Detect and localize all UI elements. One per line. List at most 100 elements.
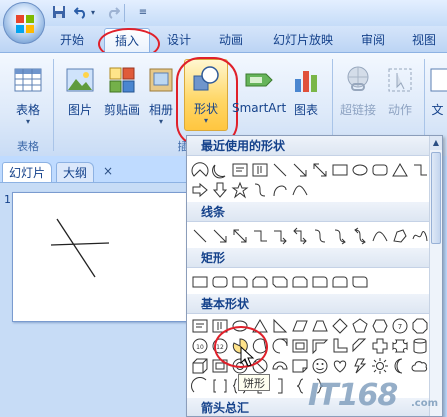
frame-shape-icon[interactable] — [291, 337, 309, 355]
teardrop-shape-icon[interactable] — [271, 337, 289, 355]
freeform-shape-icon[interactable] — [391, 227, 409, 245]
right-triangle-shape-icon[interactable] — [271, 317, 289, 335]
hexagon-shape-icon[interactable] — [371, 317, 389, 335]
curve-shape-icon[interactable] — [371, 227, 389, 245]
action-button[interactable]: 动作 — [382, 61, 418, 135]
vertical-textbox-shape-icon[interactable] — [211, 317, 229, 335]
tab-slides[interactable]: 幻灯片 — [2, 162, 53, 182]
save-icon[interactable] — [50, 5, 68, 21]
snip-diagonal-rect-shape-icon[interactable] — [271, 273, 289, 291]
rounded-rect-shape-icon[interactable] — [371, 161, 389, 179]
elbow-connector-shape-icon[interactable] — [251, 227, 269, 245]
tab-insert[interactable]: 插入 — [104, 28, 150, 52]
arrow-line-shape-icon[interactable] — [211, 227, 229, 245]
redo-icon[interactable] — [104, 5, 122, 21]
line-shape-icon[interactable] — [271, 161, 289, 179]
rounded-rect-shape-icon[interactable] — [211, 273, 229, 291]
left-brace-shape-icon[interactable] — [291, 377, 309, 395]
gallery-scrollbar[interactable]: ▲ — [429, 136, 442, 416]
round-diagonal-rect-shape-icon[interactable] — [351, 273, 369, 291]
rectangle-shape-icon[interactable] — [191, 273, 209, 291]
office-button[interactable] — [3, 2, 45, 44]
trapezoid-shape-icon[interactable] — [311, 317, 329, 335]
tab-review[interactable]: 审阅 — [352, 28, 394, 52]
moon-shape-icon[interactable] — [211, 161, 229, 179]
triangle-shape-icon[interactable] — [251, 317, 269, 335]
arc-curve-shape-icon[interactable] — [271, 181, 289, 199]
round-same-side-rect-shape-icon[interactable] — [331, 273, 349, 291]
sun-shape-icon[interactable] — [371, 357, 389, 375]
oval-shape-icon[interactable] — [351, 161, 369, 179]
right-arrow-shape-icon[interactable] — [191, 181, 209, 199]
half-frame-shape-icon[interactable] — [311, 337, 329, 355]
scrollbar-thumb[interactable] — [431, 152, 441, 244]
tab-slideshow[interactable]: 幻灯片放映 — [268, 28, 338, 52]
cross-shape-icon[interactable] — [371, 337, 389, 355]
rectangle-shape-icon[interactable] — [331, 161, 349, 179]
double-arrow-line-shape-icon[interactable] — [231, 227, 249, 245]
curved-arrow-connector-shape-icon[interactable] — [331, 227, 349, 245]
moon-shape-icon[interactable] — [391, 357, 409, 375]
curved-double-arrow-shape-icon[interactable] — [351, 227, 369, 245]
tab-animation[interactable]: 动画 — [210, 28, 252, 52]
tab-view[interactable]: 视图 — [404, 28, 444, 52]
elbow-arrow-connector-shape-icon[interactable] — [271, 227, 289, 245]
round-single-corner-rect-shape-icon[interactable] — [311, 273, 329, 291]
oval-shape-icon[interactable] — [231, 317, 249, 335]
close-icon[interactable]: × — [100, 162, 116, 180]
diagonal-stripe-shape-icon[interactable] — [351, 337, 369, 355]
arc-shape-icon[interactable] — [191, 377, 209, 395]
curved-connector-shape-icon[interactable] — [311, 227, 329, 245]
hyperlink-button[interactable]: 超链接 — [338, 61, 378, 135]
textbox-button[interactable]: 文 — [428, 61, 447, 135]
elbow-connector-shape-icon[interactable] — [411, 161, 429, 179]
down-arrow-shape-icon[interactable] — [211, 181, 229, 199]
textbox-shape-icon[interactable] — [231, 161, 249, 179]
tab-design[interactable]: 设计 — [158, 28, 200, 52]
table-button[interactable]: 表格 ▾ — [8, 61, 48, 135]
line-shape-icon[interactable] — [191, 227, 209, 245]
double-bracket-shape-icon[interactable] — [211, 377, 229, 395]
triangle-shape-icon[interactable] — [391, 161, 409, 179]
double-arrow-line-shape-icon[interactable] — [311, 161, 329, 179]
elbow-double-arrow-shape-icon[interactable] — [291, 227, 309, 245]
right-bracket-shape-icon[interactable] — [271, 377, 289, 395]
cube-shape-icon[interactable] — [191, 357, 209, 375]
bevel-shape-icon[interactable] — [211, 357, 229, 375]
plaque-shape-icon[interactable] — [391, 337, 409, 355]
scribble-shape-icon[interactable] — [411, 227, 429, 245]
octagon-shape-icon[interactable] — [411, 317, 429, 335]
curve-shape-icon[interactable] — [291, 181, 309, 199]
folded-corner-shape-icon[interactable] — [291, 357, 309, 375]
slide-thumbnail[interactable] — [12, 192, 188, 322]
arrow-line-shape-icon[interactable] — [291, 161, 309, 179]
curved-connector-shape-icon[interactable] — [251, 181, 269, 199]
textbox-shape-icon[interactable] — [191, 317, 209, 335]
can-shape-icon[interactable] — [411, 337, 429, 355]
arc-shape-icon[interactable] — [191, 161, 209, 179]
snip-corner-rect-shape-icon[interactable] — [231, 273, 249, 291]
scroll-up-icon[interactable]: ▲ — [430, 136, 442, 150]
heart-shape-icon[interactable] — [331, 357, 349, 375]
dodecagon-shape-icon[interactable]: 12 — [211, 337, 229, 355]
chart-button[interactable]: 图表 — [288, 61, 324, 135]
star-shape-icon[interactable] — [231, 181, 249, 199]
l-shape-icon[interactable] — [331, 337, 349, 355]
vertical-textbox-shape-icon[interactable] — [251, 161, 269, 179]
picture-button[interactable]: 图片 — [60, 61, 100, 135]
pentagon-shape-icon[interactable] — [351, 317, 369, 335]
album-button[interactable]: 相册 ▾ — [146, 61, 176, 135]
diamond-shape-icon[interactable] — [331, 317, 349, 335]
clipart-button[interactable]: 剪贴画 — [102, 61, 142, 135]
smiley-face-shape-icon[interactable] — [311, 357, 329, 375]
undo-dropdown-icon[interactable]: ▾ — [88, 5, 98, 21]
decagon-shape-icon[interactable]: 10 — [191, 337, 209, 355]
tab-home[interactable]: 开始 — [52, 28, 92, 52]
heptagon-shape-icon[interactable]: 7 — [391, 317, 409, 335]
shapes-button[interactable]: 形状 ▾ — [184, 59, 228, 131]
tab-outline[interactable]: 大纲 — [56, 162, 95, 182]
smartart-button[interactable]: SmartArt — [232, 61, 286, 135]
customize-qat-icon[interactable]: ≡ — [134, 5, 152, 21]
snip-round-rect-shape-icon[interactable] — [291, 273, 309, 291]
cloud-shape-icon[interactable] — [411, 357, 429, 375]
